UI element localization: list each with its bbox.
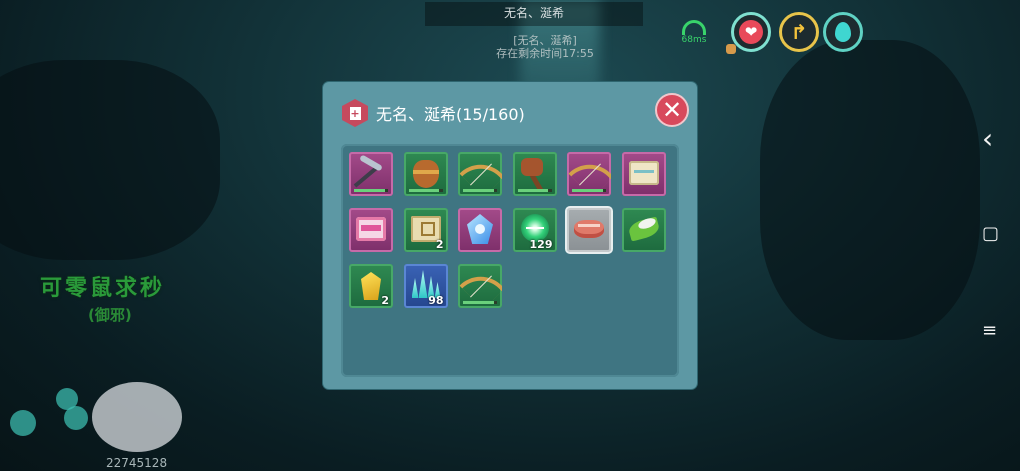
- player-id: 22745128: [106, 456, 168, 470]
- target-info: [无名、涎希] 存在剩余时间17:55: [470, 34, 620, 60]
- water-drop-icon: [835, 22, 851, 42]
- inventory-grid: 2 129 2 98: [341, 144, 679, 377]
- item-quantity: 98: [428, 294, 444, 307]
- durability-bar: [408, 189, 443, 192]
- network-latency: 68ms: [681, 35, 707, 45]
- inventory-slot[interactable]: [458, 264, 502, 308]
- inventory-slot[interactable]: [349, 152, 393, 196]
- water-button[interactable]: [823, 12, 863, 52]
- scroll-line: [361, 225, 381, 231]
- inventory-slot[interactable]: 98: [403, 264, 448, 308]
- rock-right: [760, 40, 980, 340]
- ice-shard: [418, 270, 428, 298]
- glow-orb: [64, 406, 88, 430]
- meat-shape: [574, 220, 604, 238]
- inventory-slot[interactable]: [567, 152, 611, 196]
- menu-button[interactable]: ≡: [982, 320, 997, 341]
- inventory-slot[interactable]: [621, 208, 666, 252]
- target-sub-name: [无名、涎希]: [513, 34, 577, 47]
- heart-icon: ❤: [739, 20, 763, 44]
- dialog-title: 无名、涎希(15/160): [376, 105, 525, 124]
- glow-orb: [10, 410, 36, 436]
- bag-icon: +: [342, 99, 368, 127]
- pink-scroll-icon: [349, 208, 393, 252]
- durability-bar: [572, 189, 606, 192]
- turn-arrow-icon: ↱: [790, 20, 808, 44]
- back-button[interactable]: ‹: [982, 122, 993, 155]
- target-remaining-time: 存在剩余时间17:55: [496, 47, 594, 60]
- inventory-slot[interactable]: [565, 206, 613, 254]
- close-button[interactable]: ✕: [655, 93, 689, 127]
- boot-shape: [412, 160, 439, 188]
- item-quantity: 2: [435, 238, 444, 251]
- pet-character: [0, 360, 215, 471]
- boot-band: [412, 170, 439, 174]
- rock-left: [0, 60, 220, 260]
- ice-shard: [411, 278, 419, 298]
- heart-button[interactable]: ❤: [731, 12, 771, 52]
- turn-button[interactable]: ↱: [779, 12, 819, 52]
- inventory-slot[interactable]: 2: [403, 208, 448, 252]
- crystal-core: [475, 224, 485, 234]
- inventory-slot[interactable]: [458, 208, 502, 252]
- gem-shape: [361, 272, 381, 300]
- inventory-dialog: + 无名、涎希(15/160) ✕ 2 129 2 98: [323, 82, 697, 389]
- item-quantity: 129: [529, 238, 553, 251]
- durability-bar: [517, 189, 552, 192]
- leaf-icon: [622, 208, 666, 252]
- meat-fat: [578, 224, 600, 227]
- inventory-slot[interactable]: 129: [512, 208, 557, 252]
- pet-body: [92, 382, 182, 452]
- inventory-slot[interactable]: [621, 152, 666, 196]
- scroll-icon: [622, 152, 666, 196]
- npc-title: (御邪): [88, 306, 132, 324]
- inventory-slot[interactable]: [458, 152, 502, 196]
- signal-icon: [682, 20, 706, 35]
- durability-bar: [354, 189, 388, 192]
- scroll-line: [633, 170, 654, 173]
- crystal-icon: [458, 208, 502, 252]
- network-indicator: 68ms: [678, 20, 710, 50]
- scroll-paper: [628, 161, 659, 185]
- item-quantity: 2: [381, 294, 389, 307]
- durability-bar: [463, 301, 497, 304]
- inventory-slot[interactable]: [349, 208, 393, 252]
- npc-name: 可零鼠求秒: [40, 276, 166, 301]
- inventory-slot[interactable]: [512, 152, 557, 196]
- home-button[interactable]: ▢: [982, 223, 999, 244]
- target-name-bar: 无名、涎希: [425, 2, 643, 26]
- orb-sparkle: [525, 227, 544, 229]
- pet-badge-icon: [726, 44, 736, 54]
- inventory-slot[interactable]: [403, 152, 448, 196]
- inventory-slot[interactable]: 2: [349, 264, 393, 308]
- durability-bar: [463, 189, 497, 192]
- map-mark: [420, 222, 435, 236]
- axe-head: [520, 158, 543, 176]
- meat-icon: [567, 208, 611, 252]
